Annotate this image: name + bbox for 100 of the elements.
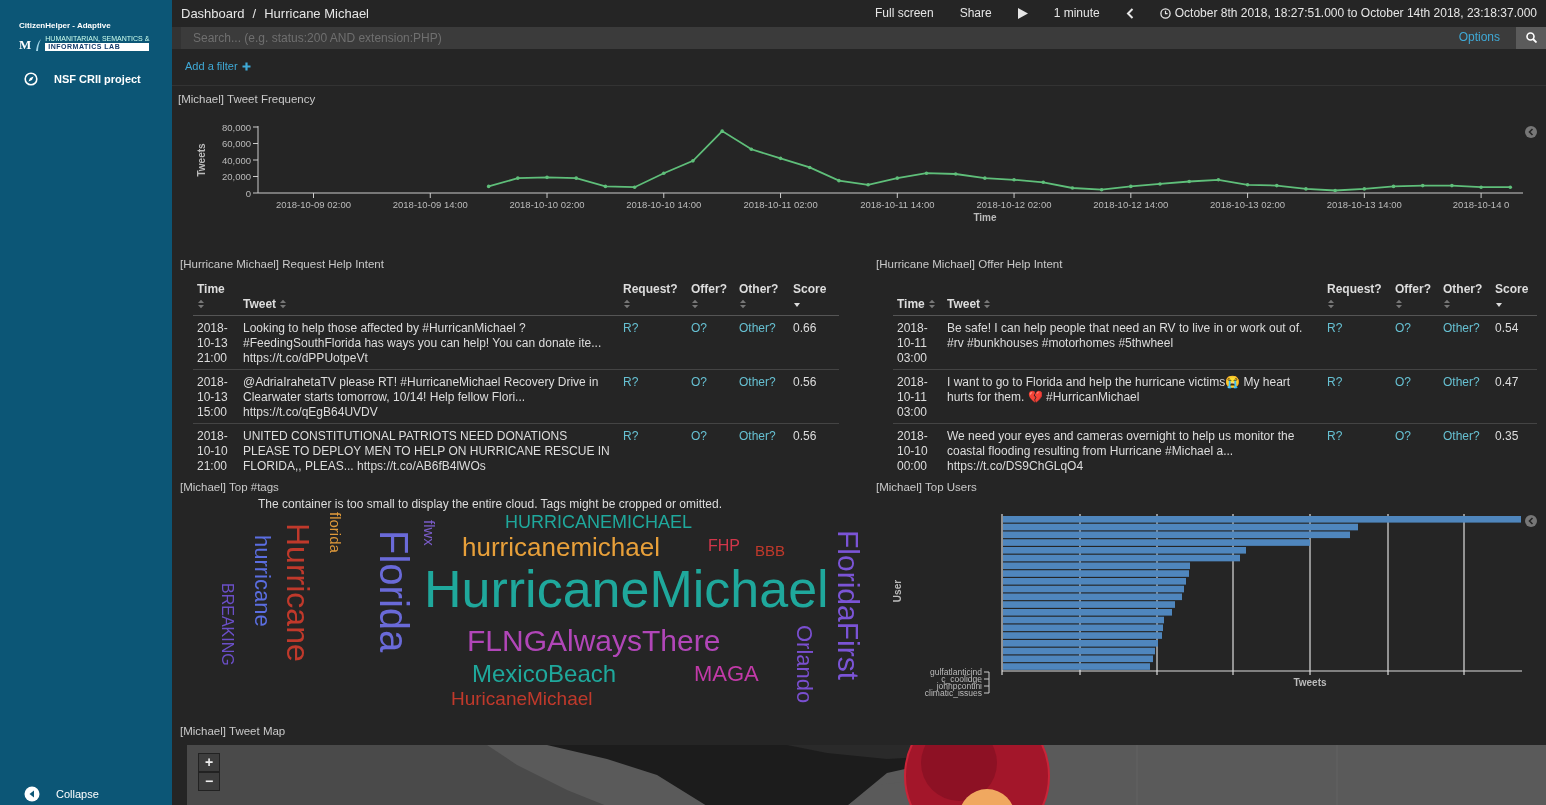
offer-link[interactable]: O? bbox=[1395, 320, 1411, 335]
data-point bbox=[486, 184, 491, 188]
data-point bbox=[983, 176, 987, 180]
other-link[interactable]: Other? bbox=[1443, 374, 1480, 389]
legend-toggle-icon[interactable] bbox=[1525, 125, 1537, 138]
tick-label: 2018-10-11 14:00 bbox=[860, 198, 935, 210]
clock-icon bbox=[1159, 7, 1171, 19]
interval-button[interactable]: 1 minute bbox=[1053, 5, 1100, 21]
tick-label: 60,000 bbox=[221, 137, 251, 149]
data-point bbox=[574, 176, 578, 180]
time-range-button[interactable]: October 8th 2018, 18:27:51.000 to October 14th 2018, 23:18:37.000 bbox=[1159, 5, 1537, 21]
column-header[interactable]: Score bbox=[789, 279, 839, 316]
back-button[interactable] bbox=[1125, 7, 1134, 19]
data-point bbox=[1070, 185, 1075, 190]
other-link[interactable]: Other? bbox=[1443, 320, 1480, 335]
request-link[interactable]: R? bbox=[1327, 374, 1343, 389]
axis-ticks bbox=[983, 671, 990, 694]
tick-label: 2018-10-13 14:00 bbox=[1326, 198, 1402, 210]
data-point bbox=[1391, 184, 1396, 188]
axis-title: Tweets bbox=[196, 143, 207, 177]
search-button[interactable] bbox=[1516, 26, 1546, 49]
table-cell: Looking to help those affected by #HurricanMichael ? #FeedingSouthFlorida has ways you can help! You can donate ite... https://t.co/dPPUotpeVt bbox=[239, 315, 619, 370]
panel-title: [Michael] Tweet Map bbox=[180, 723, 287, 739]
legend-toggle-icon[interactable] bbox=[1525, 515, 1537, 528]
panel-title: [Hurricane Michael] Request Help Intent bbox=[179, 256, 385, 272]
request-link[interactable]: R? bbox=[1327, 428, 1343, 443]
column-header[interactable]: Request? bbox=[619, 279, 687, 316]
offer-link[interactable]: O? bbox=[691, 320, 707, 335]
table-cell: 0.54 bbox=[1491, 315, 1537, 370]
request-link[interactable]: R? bbox=[623, 428, 639, 443]
offer-link[interactable]: O? bbox=[1395, 428, 1411, 443]
column-header[interactable]: Offer? bbox=[687, 279, 735, 316]
share-button[interactable]: Share bbox=[959, 5, 992, 21]
other-link[interactable]: Other? bbox=[739, 428, 776, 443]
data-point bbox=[545, 175, 549, 179]
request-link[interactable]: R? bbox=[623, 320, 639, 335]
data-point bbox=[1158, 181, 1162, 186]
play-button[interactable] bbox=[1017, 7, 1028, 19]
column-header[interactable]: Time bbox=[893, 279, 943, 316]
tag-word[interactable]: HURRICANEMICHAEL bbox=[505, 512, 693, 533]
data-point bbox=[1508, 185, 1513, 189]
data-point bbox=[807, 165, 812, 169]
other-link[interactable]: Other? bbox=[739, 320, 776, 335]
offer-link[interactable]: O? bbox=[691, 374, 707, 389]
sidebar-item[interactable]: NSF CRII project bbox=[0, 70, 172, 88]
collapse-icon bbox=[24, 786, 40, 802]
column-header[interactable]: Other? bbox=[735, 279, 789, 316]
compass-icon bbox=[24, 72, 38, 86]
column-header[interactable]: Request? bbox=[1323, 279, 1391, 316]
other-link[interactable]: Other? bbox=[1443, 428, 1480, 443]
tag-word[interactable]: MexicoBeach bbox=[472, 660, 617, 688]
table-cell: 2018-10-13 15:00 bbox=[193, 369, 239, 424]
data-point bbox=[691, 158, 695, 163]
data-point bbox=[924, 171, 929, 175]
tick-label: 2018-10-10 14:00 bbox=[626, 198, 702, 210]
data-point bbox=[516, 176, 520, 180]
breadcrumb-link[interactable]: Dashboard bbox=[181, 5, 245, 21]
table-cell: 0.56 bbox=[789, 369, 839, 424]
column-header[interactable]: Score bbox=[1491, 279, 1537, 316]
table-cell: 2018-10-11 03:00 bbox=[893, 315, 943, 370]
add-filter-link[interactable]: Add a filter bbox=[185, 58, 251, 74]
other-link[interactable]: Other? bbox=[739, 374, 776, 389]
play-icon bbox=[1017, 7, 1028, 19]
cloud-warning: The container is too small to display the entire cloud. Tags might be cropped or omitted. bbox=[258, 497, 723, 512]
request-link[interactable]: R? bbox=[623, 374, 639, 389]
table-cell: 2018-10-10 00:00 bbox=[893, 423, 943, 477]
tag-word[interactable]: florida bbox=[326, 512, 343, 553]
data-point bbox=[1129, 184, 1133, 188]
column-header[interactable]: Tweet bbox=[239, 279, 619, 316]
data-point bbox=[662, 171, 666, 175]
tick-label: 80,000 bbox=[221, 121, 251, 133]
tick-label: 20,000 bbox=[221, 170, 251, 182]
collapse-button[interactable]: Collapse bbox=[0, 785, 172, 803]
full-screen-button[interactable]: Full screen bbox=[874, 5, 934, 21]
panel-title: [Michael] Top #tags bbox=[179, 480, 280, 496]
tick-label: 2018-10-12 02:00 bbox=[976, 198, 1052, 210]
column-header[interactable]: Tweet bbox=[943, 279, 1323, 316]
options-link[interactable]: Options bbox=[1458, 29, 1516, 45]
column-header[interactable]: Time bbox=[193, 279, 239, 316]
breadcrumb-separator: / bbox=[252, 5, 257, 21]
request-link[interactable]: R? bbox=[1327, 320, 1343, 335]
column-header[interactable]: Offer? bbox=[1391, 279, 1439, 316]
axis-title: Tweets bbox=[1293, 677, 1327, 689]
tick-label: 2018-10-09 14:00 bbox=[392, 198, 468, 210]
tick-label: 2018-10-11 02:00 bbox=[743, 198, 818, 210]
offer-link[interactable]: O? bbox=[1395, 374, 1411, 389]
table-cell: I want to go to Florida and help the hurricane victims😭 My heart hurts for them. 💔 #HurricanMichael bbox=[943, 369, 1323, 424]
data-point bbox=[1450, 183, 1454, 187]
axis-title: User bbox=[892, 580, 903, 603]
tag-word[interactable]: HurricaneMichael bbox=[424, 563, 829, 616]
data-point bbox=[1041, 180, 1046, 184]
table-cell: 2018-10-11 03:00 bbox=[893, 369, 943, 424]
panel-title: [Michael] Tweet Frequency bbox=[178, 91, 317, 107]
column-header[interactable]: Other? bbox=[1439, 279, 1491, 316]
table-cell: 0.66 bbox=[789, 315, 839, 370]
data-point bbox=[866, 182, 870, 187]
table-cell: 0.56 bbox=[789, 423, 839, 477]
offer-link[interactable]: O? bbox=[691, 428, 707, 443]
data-point bbox=[1245, 182, 1250, 187]
tag-word[interactable]: hurricanemichael bbox=[462, 533, 660, 564]
